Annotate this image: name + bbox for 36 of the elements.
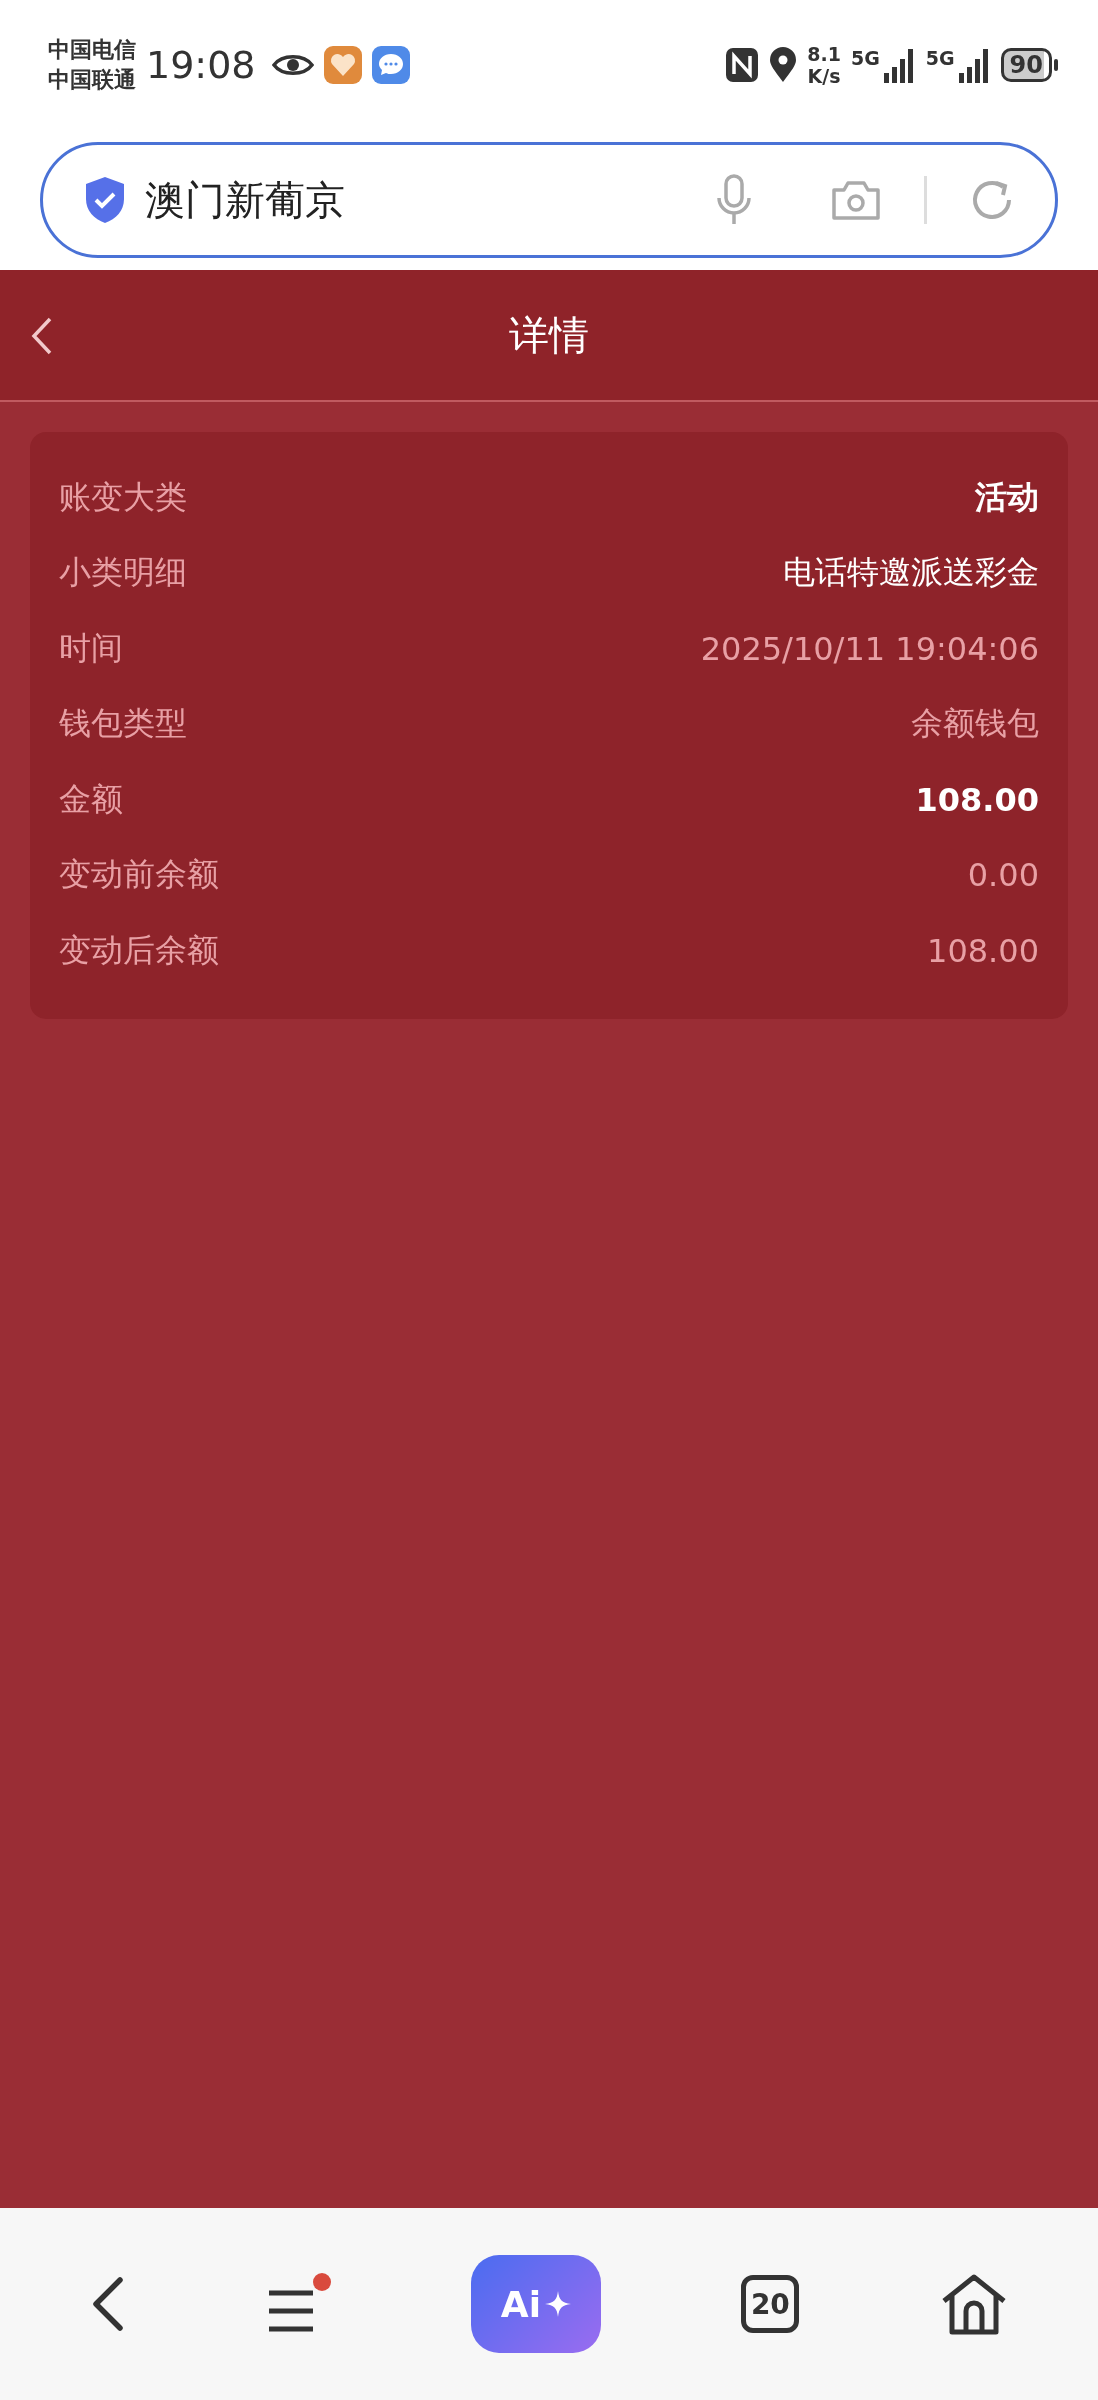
detail-label: 金额 bbox=[59, 778, 123, 820]
eye-icon bbox=[271, 52, 314, 78]
carrier-name: 中国联通 bbox=[48, 66, 136, 94]
detail-value: 活动 bbox=[975, 476, 1039, 518]
signal-icon bbox=[881, 47, 916, 83]
signal-icon bbox=[956, 47, 991, 83]
sparkle-icon bbox=[545, 2291, 572, 2317]
detail-value: 108.00 bbox=[927, 931, 1039, 970]
carrier-name: 中国电信 bbox=[48, 36, 136, 64]
tabs-button[interactable]: 20 bbox=[741, 2275, 800, 2333]
menu-button[interactable] bbox=[266, 2273, 331, 2335]
detail-label: 小类明细 bbox=[59, 552, 187, 594]
network-type: 5G bbox=[925, 47, 955, 69]
nfc-icon bbox=[725, 47, 760, 83]
detail-value: 108.00 bbox=[915, 780, 1039, 819]
ai-button[interactable]: Ai bbox=[470, 2255, 601, 2353]
battery-indicator: 90 bbox=[1000, 48, 1052, 82]
message-app-icon bbox=[371, 46, 410, 84]
network-speed: 8.1 bbox=[807, 43, 841, 65]
detail-label: 账变大类 bbox=[59, 476, 187, 518]
detail-value: 电话特邀派送彩金 bbox=[783, 552, 1039, 594]
detail-label: 变动后余额 bbox=[59, 929, 219, 971]
detail-label: 变动前余额 bbox=[59, 854, 219, 896]
clock: 19:08 bbox=[146, 43, 256, 87]
heart-app-icon bbox=[323, 46, 362, 84]
detail-value: 0.00 bbox=[967, 856, 1039, 895]
page-title: 详情 bbox=[509, 310, 589, 360]
search-text: 澳门新葡京 bbox=[145, 175, 346, 225]
detail-value: 余额钱包 bbox=[911, 703, 1039, 745]
detail-label: 时间 bbox=[59, 627, 123, 669]
detail-value: 2025/10/11 19:04:06 bbox=[700, 629, 1039, 668]
location-icon bbox=[769, 47, 798, 83]
speed-unit: K/s bbox=[807, 65, 841, 87]
detail-label: 钱包类型 bbox=[59, 703, 187, 745]
shield-check-icon bbox=[83, 175, 127, 225]
network-type: 5G bbox=[850, 47, 880, 69]
